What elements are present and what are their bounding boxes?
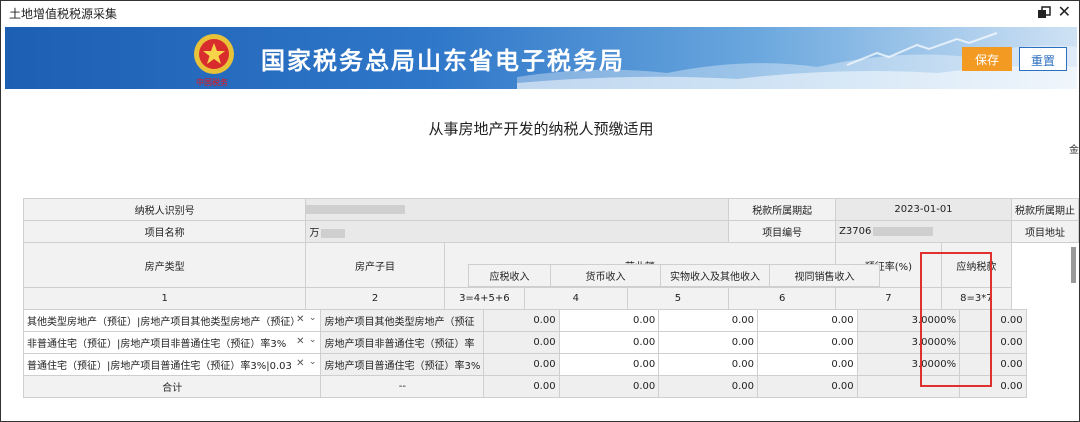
index-cell: 2 — [305, 287, 445, 310]
total-deemed: 0.00 — [756, 375, 858, 398]
period-start-label: 税款所属期起 — [728, 198, 837, 221]
truncated-side-text: 金 — [1069, 145, 1079, 156]
cash-input[interactable]: 0.00 — [558, 309, 660, 332]
type-select-value: 非普通住宅（预征）|房地产项目非普通住宅（预征）率3% — [27, 339, 287, 350]
period-start-value[interactable]: 2023-01-01 — [835, 198, 1012, 221]
total-inkind: 0.00 — [658, 375, 758, 398]
title-bar: 土地增值税税源采集 ✕ — [1, 1, 1079, 27]
type-select[interactable]: 其他类型房地产（预征）|房地产项目其他类型房地产（预征） ✕ ⌄ — [22, 309, 322, 332]
receivable-cell: 0.00 — [483, 309, 560, 332]
deemed-input[interactable]: 0.00 — [756, 309, 858, 332]
project-name-text: 万 — [309, 228, 320, 239]
save-button[interactable]: 保存 — [962, 47, 1012, 71]
chevron-down-icon[interactable]: ⌄ — [309, 357, 317, 367]
inkind-input[interactable]: 0.00 — [658, 353, 758, 376]
total-cash: 0.00 — [558, 375, 660, 398]
revenue-subheader: 应税收入 货币收入 实物收入及其他收入 视同销售收入 — [468, 264, 880, 287]
type-select-value: 普通住宅（预征）|房地产项目普通住宅（预征）率3%|0.03 — [27, 361, 292, 372]
header-type: 房产类型 — [22, 242, 307, 288]
total-label: 合计 — [22, 375, 322, 398]
deemed-input[interactable]: 0.00 — [756, 331, 858, 354]
window: 土地增值税税源采集 ✕ 中国税务 国家税务总局山东省电子税务局 保存 重置 从事… — [0, 0, 1080, 422]
project-no-value: Z3706 — [835, 220, 1012, 243]
header-deemed: 视同销售收入 — [769, 264, 880, 287]
header-banner: 中国税务 国家税务总局山东省电子税务局 保存 重置 — [5, 27, 1077, 89]
project-name-value: 万 — [305, 220, 730, 243]
subtype-cell: 房地产项目其他类型房地产（预征 — [320, 309, 485, 332]
project-no-label: 项目编号 — [728, 220, 837, 243]
restore-window-icon[interactable] — [1037, 6, 1051, 20]
type-select[interactable]: 普通住宅（预征）|房地产项目普通住宅（预征）率3%|0.03 ✕ ⌄ — [22, 353, 322, 376]
index-cell: 5 — [626, 287, 730, 310]
project-name-label: 项目名称 — [22, 220, 307, 243]
subtype-cell: 房地产项目非普通住宅（预征）率 — [320, 331, 485, 354]
type-select-value: 其他类型房地产（预征）|房地产项目其他类型房地产（预征） — [27, 317, 301, 328]
chevron-down-icon[interactable]: ⌄ — [309, 335, 317, 345]
receivable-cell: 0.00 — [483, 331, 560, 354]
header-inkind: 实物收入及其他收入 — [660, 264, 770, 287]
emblem-caption: 中国税务 — [196, 78, 228, 87]
index-cell: 4 — [523, 287, 628, 310]
project-addr-label: 项目地址 — [1010, 220, 1079, 243]
project-no-text: Z3706 — [839, 226, 872, 237]
type-select[interactable]: 非普通住宅（预征）|房地产项目非普通住宅（预征）率3% ✕ ⌄ — [22, 331, 322, 354]
rate-highlight-box — [920, 252, 992, 387]
index-cell: 1 — [22, 287, 307, 310]
period-end-label: 税款所属期止 — [1010, 198, 1079, 221]
banner-title: 国家税务总局山东省电子税务局 — [261, 47, 625, 75]
tax-emblem-icon — [194, 34, 234, 74]
cash-input[interactable]: 0.00 — [558, 331, 660, 354]
taxpayer-id-label: 纳税人识别号 — [22, 198, 307, 221]
total-receivable: 0.00 — [483, 375, 560, 398]
deemed-input[interactable]: 0.00 — [756, 353, 858, 376]
inkind-input[interactable]: 0.00 — [658, 331, 758, 354]
taxpayer-id-value — [305, 198, 730, 221]
header-receivable: 应税收入 — [468, 264, 551, 287]
total-subtype: -- — [320, 375, 485, 398]
clear-icon[interactable]: ✕ — [296, 314, 304, 325]
cash-input[interactable]: 0.00 — [558, 353, 660, 376]
index-cell: 6 — [728, 287, 837, 310]
chevron-down-icon[interactable]: ⌄ — [309, 313, 317, 323]
header-subtype: 房产子目 — [305, 242, 445, 288]
reset-button[interactable]: 重置 — [1019, 47, 1067, 71]
close-icon[interactable]: ✕ — [1058, 3, 1071, 21]
inkind-input[interactable]: 0.00 — [658, 309, 758, 332]
clear-icon[interactable]: ✕ — [296, 336, 304, 347]
index-cell: 3=4+5+6 — [443, 287, 525, 310]
receivable-cell: 0.00 — [483, 353, 560, 376]
vertical-scrollbar[interactable] — [1071, 247, 1076, 283]
page-heading: 从事房地产开发的纳税人预缴适用 — [428, 120, 654, 138]
window-title: 土地增值税税源采集 — [9, 7, 118, 21]
header-cash: 货币收入 — [550, 264, 661, 287]
clear-icon[interactable]: ✕ — [296, 358, 304, 369]
subtype-cell: 房地产项目普通住宅（预征）率3% — [320, 353, 485, 376]
